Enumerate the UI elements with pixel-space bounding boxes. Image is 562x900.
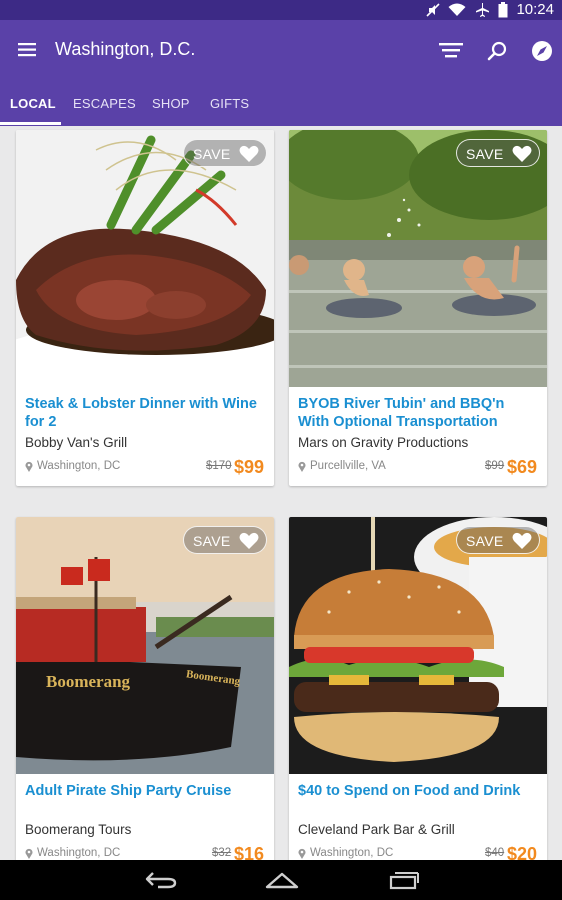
deal-location-text: Purcellville, VA [310, 460, 386, 472]
app-bar: Washington, D.C. [0, 20, 562, 80]
save-button[interactable]: SAVE [183, 139, 267, 167]
ship-name-text: Boomerang [46, 672, 131, 691]
wifi-icon [448, 3, 466, 17]
deal-location: Washington, DC [298, 847, 393, 859]
deal-location: Washington, DC [25, 847, 120, 859]
deal-location-text: Washington, DC [37, 460, 121, 472]
menu-icon[interactable] [16, 38, 40, 62]
deal-title[interactable]: BYOB River Tubin' and BBQ'n With Optiona… [298, 395, 538, 431]
heart-icon [239, 145, 259, 163]
mute-icon [426, 2, 441, 18]
heart-icon [239, 532, 259, 550]
save-label: SAVE [193, 533, 231, 549]
tab-escapes[interactable]: ESCAPES [73, 96, 136, 111]
home-icon[interactable] [264, 870, 300, 895]
deal-image-steak[interactable]: SAVE [16, 130, 274, 387]
location-pin-icon [25, 848, 33, 859]
search-icon[interactable] [484, 37, 512, 65]
deal-location-text: Washington, DC [37, 847, 121, 859]
deal-image-river-tubing[interactable]: SAVE [289, 130, 547, 387]
save-button[interactable]: SAVE [183, 526, 267, 554]
deal-image-burger[interactable]: SAVE [289, 517, 547, 774]
save-button[interactable]: SAVE [456, 526, 540, 554]
filter-icon[interactable] [437, 37, 465, 65]
deal-image-pirate-ship[interactable]: Boomerang Boomerang SAVE [16, 517, 274, 774]
deal-card[interactable]: SAVE BYOB River Tubin' and BBQ'n With Op… [289, 130, 547, 486]
location-pin-icon [25, 461, 33, 472]
deal-card[interactable]: SAVE $40 to Spend on Food and Drink Clev… [289, 517, 547, 873]
deal-merchant: Bobby Van's Grill [25, 435, 128, 450]
save-label: SAVE [466, 533, 504, 549]
deal-location: Washington, DC [25, 460, 120, 472]
deal-original-price: $32 [212, 847, 232, 859]
deal-price: $99 [234, 457, 265, 477]
recents-icon[interactable] [388, 870, 420, 895]
deal-merchant: Boomerang Tours [25, 822, 132, 837]
tab-gifts[interactable]: GIFTS [210, 96, 249, 111]
deal-original-price: $170 [206, 460, 232, 472]
deal-original-price: $99 [485, 460, 505, 472]
status-bar: 10:24 [0, 0, 562, 20]
heart-icon [512, 145, 532, 163]
tab-indicator [0, 122, 61, 125]
tab-local[interactable]: LOCAL [10, 96, 56, 111]
back-icon[interactable] [144, 870, 178, 895]
location-pin-icon [298, 848, 306, 859]
status-time: 10:24 [516, 1, 554, 18]
deal-card[interactable]: Boomerang Boomerang SAVE Adult Pirate Sh… [16, 517, 274, 873]
deal-title[interactable]: Steak & Lobster Dinner with Wine for 2 [25, 395, 265, 431]
save-button[interactable]: SAVE [456, 139, 540, 167]
save-label: SAVE [193, 146, 231, 162]
save-label: SAVE [466, 146, 504, 162]
status-icons: 10:24 [426, 1, 554, 18]
deal-title[interactable]: $40 to Spend on Food and Drink [298, 782, 538, 800]
deal-merchant: Cleveland Park Bar & Grill [298, 822, 455, 837]
airplane-icon [474, 2, 490, 18]
compass-icon[interactable] [528, 37, 556, 65]
deal-location-text: Washington, DC [310, 847, 394, 859]
heart-icon [512, 532, 532, 550]
system-nav-bar [0, 860, 562, 900]
deal-title[interactable]: Adult Pirate Ship Party Cruise [25, 782, 265, 800]
deal-card[interactable]: SAVE Steak & Lobster Dinner with Wine fo… [16, 130, 274, 486]
deal-merchant: Mars on Gravity Productions [298, 435, 469, 450]
city-title[interactable]: Washington, D.C. [55, 39, 195, 60]
deal-original-price: $40 [485, 847, 505, 859]
deal-price: $69 [507, 457, 538, 477]
battery-icon [498, 1, 508, 18]
deal-location: Purcellville, VA [298, 460, 386, 472]
location-pin-icon [298, 461, 306, 472]
tab-bar: LOCAL ESCAPES SHOP GIFTS [0, 80, 562, 126]
tab-shop[interactable]: SHOP [152, 96, 190, 111]
